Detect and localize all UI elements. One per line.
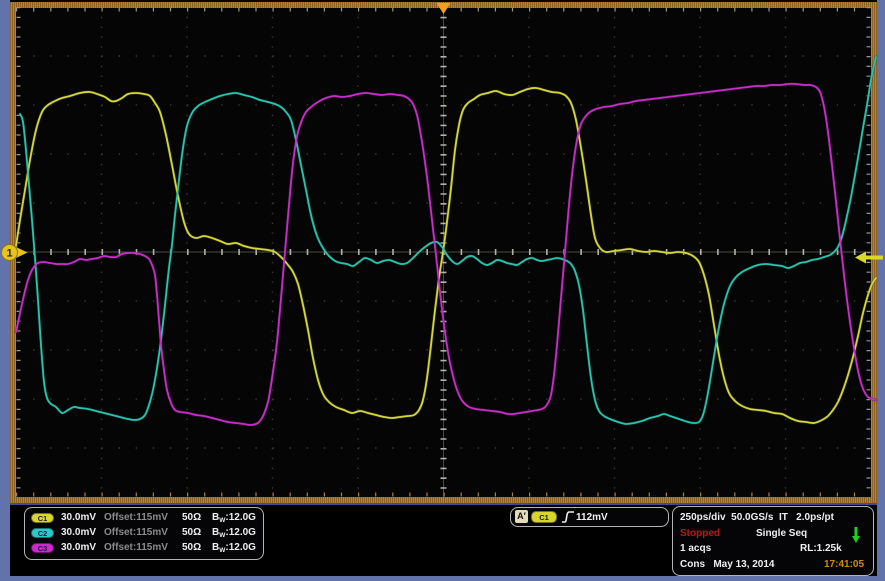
svg-text:1: 1: [6, 248, 12, 260]
